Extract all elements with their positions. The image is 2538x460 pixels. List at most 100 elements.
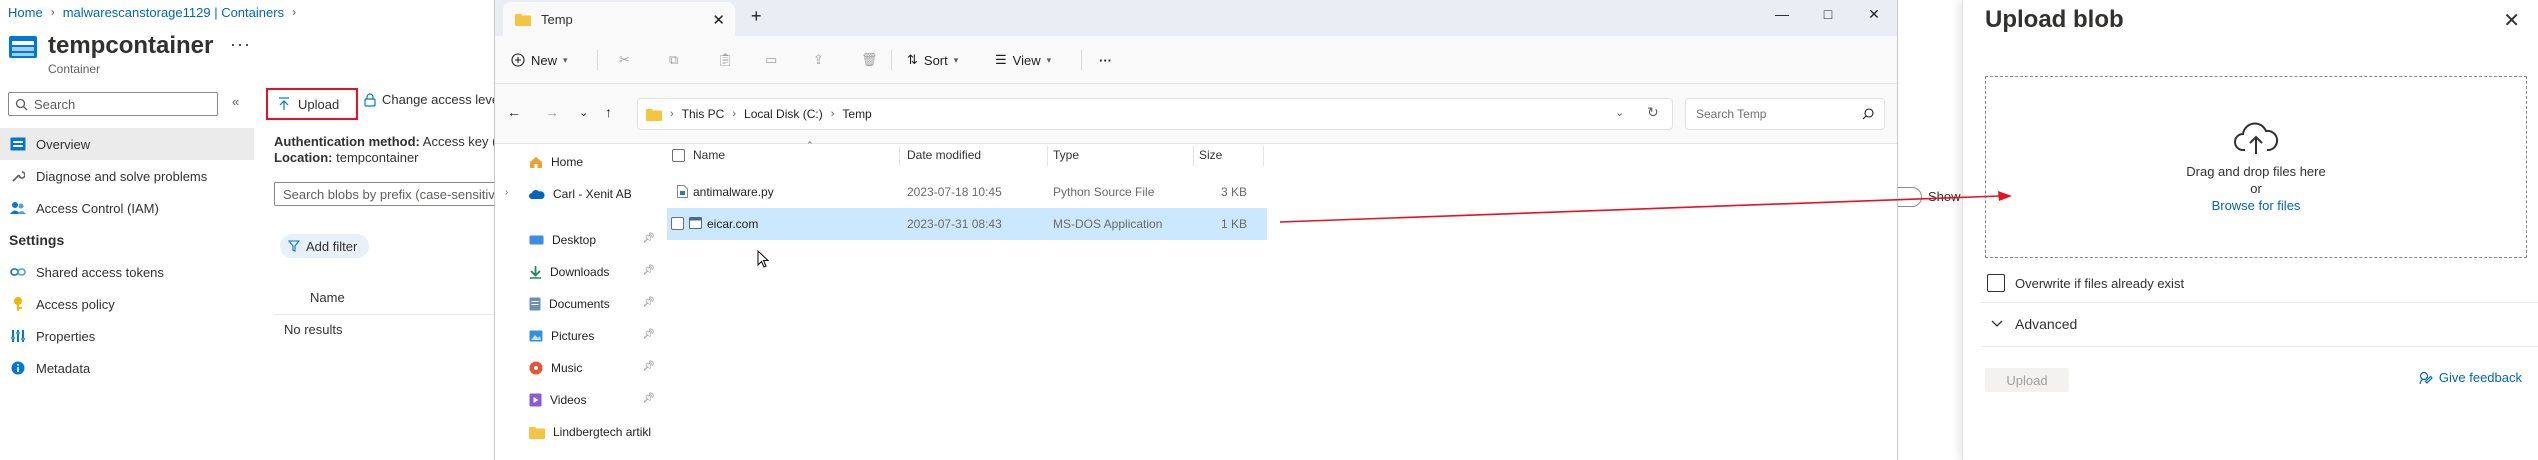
collapse-sidebar-icon[interactable]: « [232,94,239,109]
minimize-button[interactable]: — [1759,0,1805,28]
more-options-icon[interactable]: ··· [230,34,251,55]
nav-item-label: Home [551,155,584,169]
overwrite-label: Overwrite if files already exist [2015,275,2185,291]
blob-search-input[interactable]: Search blobs by prefix (case-sensitive [274,182,500,206]
nav-item-onedrive[interactable]: › Carl - Xenit AB [495,178,661,210]
info-icon [10,360,26,376]
breadcrumb-containers[interactable]: malwarescanstorage1129 | Containers [63,5,284,20]
pin-icon[interactable]: 📌︎ [642,297,655,308]
sidebar-item-overview[interactable]: Overview [0,128,254,160]
sidebar-item-shared-access-tokens[interactable]: Shared access tokens [0,256,254,288]
sidebar-item-label: Diagnose and solve problems [36,168,208,184]
nav-item-documents[interactable]: Documents 📌︎ [495,288,661,320]
view-button[interactable]: ☰ View ▾ [995,46,1051,74]
tab-temp[interactable]: Temp ✕ [503,2,735,36]
give-feedback-link[interactable]: Give feedback [2419,370,2522,385]
address-dropdown-icon[interactable]: ⌄ [1615,106,1624,119]
row-checkbox[interactable] [671,217,684,230]
file-drop-zone[interactable]: Drag and drop files here or Browse for f… [1985,76,2527,258]
sidebar-item-iam[interactable]: Access Control (IAM) [0,192,254,224]
blob-column-name[interactable]: Name [310,290,345,305]
people-icon [10,200,26,216]
window-controls: — □ ✕ [1759,0,1897,28]
pin-icon[interactable]: 📌︎ [642,361,655,372]
pin-icon[interactable]: 📌︎ [642,233,655,244]
column-divider [1263,146,1264,166]
column-header-name[interactable]: Name [693,148,725,162]
change-access-level-button[interactable]: Change access leve [364,92,499,107]
refresh-icon[interactable]: ↻ [1647,104,1659,121]
copy-icon[interactable]: ⧉ [669,46,678,74]
sidebar-item-diagnose[interactable]: Diagnose and solve problems [0,160,254,192]
back-arrow-icon[interactable]: ← [507,104,521,120]
column-header-date-modified[interactable]: Date modified [907,148,981,162]
up-arrow-icon[interactable]: ↑ [605,104,612,120]
nav-item-downloads[interactable]: Downloads 📌︎ [495,256,661,288]
pin-icon[interactable]: 📌︎ [642,393,655,404]
nav-item-music[interactable]: Music 📌︎ [495,352,661,384]
add-filter-button[interactable]: Add filter [280,234,370,258]
close-icon[interactable]: ✕ [2503,8,2520,33]
overwrite-checkbox[interactable] [1987,274,2005,292]
share-icon[interactable]: ⇪ [813,46,824,74]
forward-arrow-icon[interactable]: → [545,104,559,120]
address-segment-this-pc[interactable]: This PC [682,107,725,121]
new-tab-icon[interactable]: + [751,6,762,27]
nav-item-videos[interactable]: Videos 📌︎ [495,384,661,416]
sort-button[interactable]: ⇅ Sort ▾ [907,46,958,74]
breadcrumb: Home › malwarescanstorage1129 | Containe… [8,2,296,22]
maximize-button[interactable]: □ [1805,0,1851,28]
upload-submit-button[interactable]: Upload [1985,368,2069,392]
rename-icon[interactable]: ▭ [765,46,777,74]
nav-item-label: Downloads [550,265,610,279]
column-header-type[interactable]: Type [1053,148,1079,162]
nav-item-desktop[interactable]: Desktop 📌︎ [495,224,661,256]
nav-item-pictures[interactable]: Pictures 📌︎ [495,320,661,352]
address-segment-local-disk[interactable]: Local Disk (C:) [744,107,823,121]
close-tab-icon[interactable]: ✕ [712,11,725,29]
search-icon [1862,108,1874,120]
address-segment-temp[interactable]: Temp [842,107,871,121]
paste-icon[interactable]: 📋︎ [717,46,734,74]
nav-item-label: Videos [550,393,587,407]
file-row[interactable]: antimalware.py 2023-07-18 10:45 Python S… [667,176,1887,208]
auth-method-value[interactable]: Access key ( [423,134,497,149]
breadcrumb-home[interactable]: Home [8,5,43,20]
lock-icon [364,92,376,107]
advanced-section-toggle[interactable]: Advanced [1991,316,2077,332]
select-all-checkbox[interactable] [672,149,685,162]
new-button[interactable]: New ▾ [511,46,568,74]
sidebar-search-input[interactable]: Search [8,92,218,116]
overwrite-option[interactable]: Overwrite if files already exist [1987,274,2184,292]
nav-item-label: Pictures [551,329,595,343]
column-header-size[interactable]: Size [1199,148,1222,162]
expand-chevron-icon[interactable]: › [505,187,508,198]
application-file-icon [689,217,702,229]
music-icon [529,361,543,375]
file-row-selected[interactable]: eicar.com 2023-07-31 08:43 MS-DOS Applic… [667,208,1267,240]
nav-item-home[interactable]: Home [495,146,661,178]
sidebar-item-access-policy[interactable]: Access policy [0,288,254,320]
nav-item-label: Lindbergtech artikl [553,425,652,439]
container-icon [8,32,38,62]
wrench-icon [10,168,26,184]
sidebar-item-properties[interactable]: Properties [0,320,254,352]
pin-icon[interactable]: 📌︎ [642,329,655,340]
plus-circle-icon [511,53,525,67]
nav-item-lindbergtech[interactable]: Lindbergtech artikl [495,416,661,448]
sidebar-item-label: Metadata [36,360,91,376]
browse-for-files-link[interactable]: Browse for files [2212,198,2301,213]
sidebar-item-metadata[interactable]: Metadata [0,352,254,384]
documents-icon [529,297,541,311]
upload-command-button[interactable]: Upload [266,88,358,120]
pin-icon[interactable]: 📌︎ [642,265,655,276]
mouse-cursor-icon [757,250,769,268]
cut-icon[interactable]: ✂ [619,46,630,74]
address-bar[interactable]: › This PC › Local Disk (C:) › Temp [637,98,1673,130]
more-options-icon[interactable]: ··· [1099,46,1112,74]
upload-command-label: Upload [298,96,340,112]
explorer-search-input[interactable]: Search Temp [1685,98,1885,130]
delete-icon[interactable]: 🗑︎ [861,46,878,74]
close-window-button[interactable]: ✕ [1851,0,1897,28]
recent-chevron-icon[interactable]: ⌄ [579,106,588,119]
